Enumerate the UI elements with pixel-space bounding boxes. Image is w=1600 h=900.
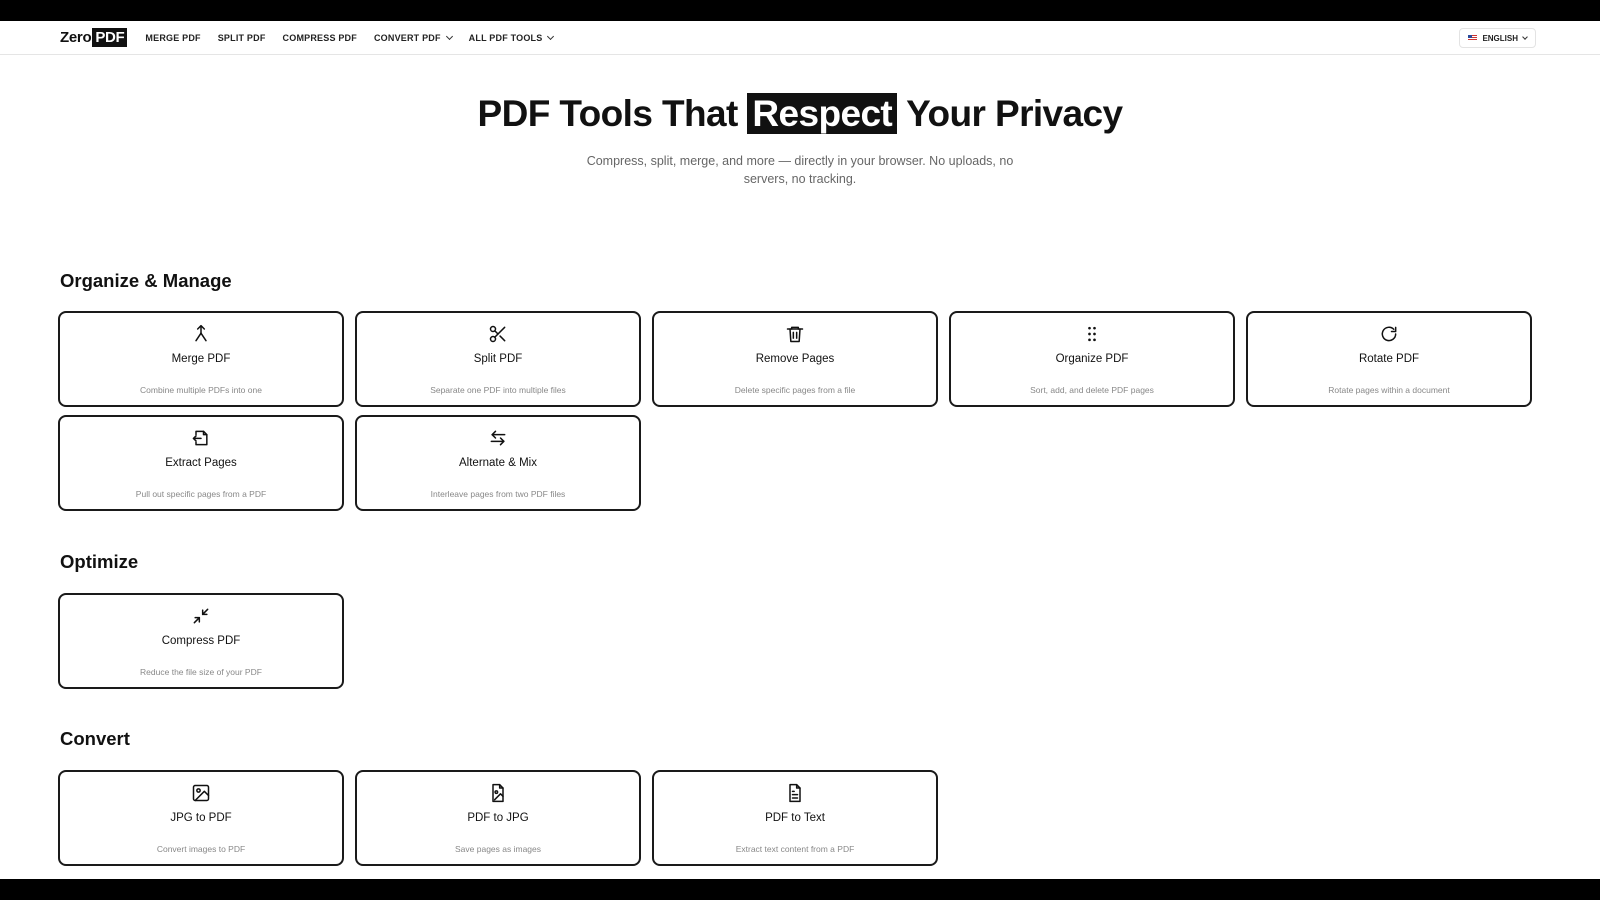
logo[interactable]: Zero PDF [60,28,128,47]
card-compress-pdf[interactable]: Compress PDF Reduce the file size of you… [58,593,344,689]
card-title: Merge PDF [171,353,231,365]
title-after: Your Privacy [906,93,1123,134]
card-desc: Interleave pages from two PDF files [430,489,566,499]
chevron-down-icon [547,32,555,40]
nav-split-pdf[interactable]: SPLIT PDF [218,33,266,43]
hero: PDF Tools That Respect Your Privacy Comp… [0,55,1600,188]
page-title: PDF Tools That Respect Your Privacy [0,93,1600,135]
section-convert-title: Convert [60,728,130,749]
language-label: ENGLISH [1482,33,1518,43]
card-desc: Separate one PDF into multiple files [430,385,566,395]
rotate-icon [1379,324,1399,344]
grip-icon [1082,324,1102,344]
extract-icon [191,428,211,448]
card-organize-pdf[interactable]: Organize PDF Sort, add, and delete PDF p… [949,311,1235,407]
card-extract-pages[interactable]: Extract Pages Pull out specific pages fr… [58,415,344,511]
card-title: Rotate PDF [1358,353,1420,365]
card-title: Split PDF [473,353,523,365]
card-title: Alternate & Mix [459,457,537,469]
card-alternate-mix[interactable]: Alternate & Mix Interleave pages from tw… [355,415,641,511]
card-remove-pages[interactable]: Remove Pages Delete specific pages from … [652,311,938,407]
top-nav: Zero PDF MERGE PDF SPLIT PDF COMPRESS PD… [0,21,1600,55]
card-merge-pdf[interactable]: Merge PDF Combine multiple PDFs into one [58,311,344,407]
nav-all-tools-label: ALL PDF TOOLS [468,32,543,43]
section-organize-title: Organize & Manage [60,270,232,291]
card-title: JPG to PDF [170,812,232,824]
card-split-pdf[interactable]: Split PDF Separate one PDF into multiple… [355,311,641,407]
nav-compress-pdf[interactable]: COMPRESS PDF [283,33,357,43]
chevron-down-icon [445,32,453,40]
card-pdf-to-text[interactable]: PDF to Text Extract text content from a … [652,770,938,866]
card-desc: Pull out specific pages from a PDF [135,489,267,499]
card-desc: Delete specific pages from a file [734,385,856,395]
card-jpg-to-pdf[interactable]: JPG to PDF Convert images to PDF [58,770,344,866]
image-icon [191,783,211,803]
nav-all-tools[interactable]: ALL PDF TOOLS [468,32,555,43]
nav-merge-pdf[interactable]: MERGE PDF [145,33,200,43]
card-pdf-to-jpg[interactable]: PDF to JPG Save pages as images [355,770,641,866]
swap-icon [488,428,508,448]
card-desc: Sort, add, and delete PDF pages [1030,385,1154,395]
card-desc: Combine multiple PDFs into one [140,385,262,395]
card-desc: Convert images to PDF [156,844,246,854]
compress-icon [191,606,211,626]
merge-icon [191,324,211,344]
card-title: PDF to JPG [467,812,529,824]
section-optimize-title: Optimize [60,551,139,572]
card-title: Extract Pages [165,457,237,469]
title-highlight: Respect [747,93,898,134]
card-title: Remove Pages [755,353,835,365]
card-rotate-pdf[interactable]: Rotate PDF Rotate pages within a documen… [1246,311,1532,407]
card-title: PDF to Text [765,812,825,824]
scissors-icon [488,324,508,344]
hero-subtitle: Compress, split, merge, and more — direc… [586,154,1014,186]
card-title: Compress PDF [161,635,241,647]
card-desc: Save pages as images [455,844,541,854]
chevron-down-icon [1522,33,1528,40]
card-title: Organize PDF [1055,353,1129,365]
logo-zero: Zero [60,29,92,46]
us-flag-icon [1468,35,1478,41]
nav-convert-label: CONVERT PDF [373,32,441,43]
logo-pdf: PDF [92,28,128,47]
file-text-icon [785,783,805,803]
page: Zero PDF MERGE PDF SPLIT PDF COMPRESS PD… [0,21,1600,879]
trash-icon [785,324,805,344]
nav-convert-pdf[interactable]: CONVERT PDF [373,32,453,43]
card-desc: Reduce the file size of your PDF [140,667,262,677]
file-image-icon [488,783,508,803]
card-desc: Rotate pages within a document [1328,385,1450,395]
card-desc: Extract text content from a PDF [735,844,855,854]
title-before: PDF Tools That [477,93,739,134]
language-select[interactable]: ENGLISH [1459,28,1536,48]
